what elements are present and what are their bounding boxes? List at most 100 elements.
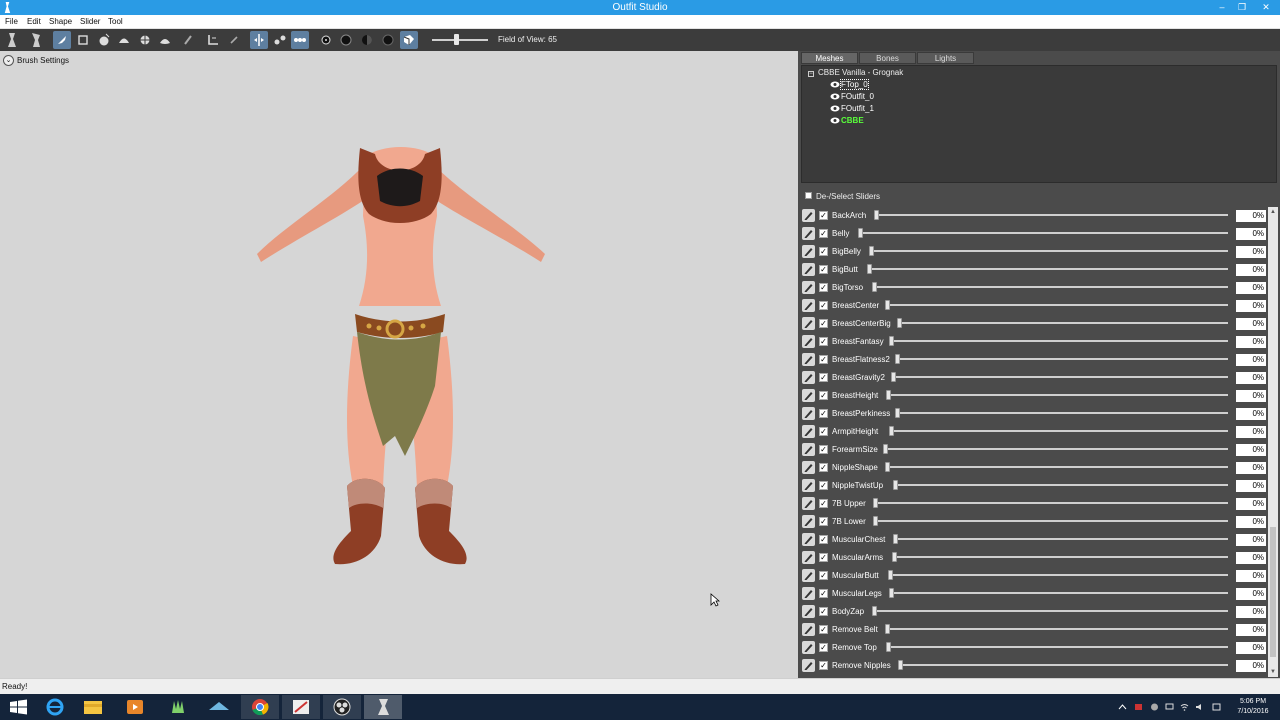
slider-track[interactable] xyxy=(885,304,1228,306)
slider-thumb[interactable] xyxy=(872,282,877,292)
slider-value-field[interactable]: 0% xyxy=(1236,282,1266,294)
slider-checkbox[interactable]: ✓ xyxy=(819,301,828,310)
scroll-down-icon[interactable]: ▼ xyxy=(1268,667,1278,677)
app-claw-icon[interactable] xyxy=(159,695,197,719)
slider-thumb[interactable] xyxy=(885,462,890,472)
edit-slider-icon[interactable] xyxy=(802,389,815,402)
slider-thumb[interactable] xyxy=(885,624,890,634)
mesh-item-cbbe[interactable]: CBBE xyxy=(830,116,864,127)
fov-slider-track[interactable] xyxy=(432,39,488,41)
slider-checkbox[interactable]: ✓ xyxy=(819,625,828,634)
slider-track[interactable] xyxy=(892,556,1228,558)
tray-network-icon[interactable] xyxy=(1180,703,1189,711)
slider-thumb[interactable] xyxy=(873,516,878,526)
app-steam-icon[interactable] xyxy=(200,695,238,719)
weight-brush-icon[interactable] xyxy=(179,31,197,49)
obs-icon[interactable] xyxy=(323,695,361,719)
slider-value-field[interactable]: 0% xyxy=(1236,444,1266,456)
transform-icon[interactable] xyxy=(204,31,222,49)
slider-checkbox[interactable]: ✓ xyxy=(819,571,828,580)
tray-notification-icon[interactable] xyxy=(1212,703,1221,711)
slider-checkbox[interactable]: ✓ xyxy=(819,409,828,418)
connected-only-icon[interactable] xyxy=(271,31,289,49)
tray-monitor-icon[interactable] xyxy=(1165,703,1174,711)
slider-checkbox[interactable]: ✓ xyxy=(819,283,828,292)
pivot-icon[interactable] xyxy=(225,31,243,49)
slider-track[interactable] xyxy=(873,502,1228,504)
eye-icon[interactable] xyxy=(830,105,840,112)
slider-thumb[interactable] xyxy=(885,300,890,310)
slider-checkbox[interactable]: ✓ xyxy=(819,463,828,472)
mesh-item-ftop0[interactable]: FTop_0 xyxy=(830,79,869,91)
edit-slider-icon[interactable] xyxy=(802,353,815,366)
edit-slider-icon[interactable] xyxy=(802,263,815,276)
slider-checkbox[interactable]: ✓ xyxy=(819,391,828,400)
mask-brush-icon[interactable] xyxy=(74,31,92,49)
edit-slider-icon[interactable] xyxy=(802,443,815,456)
color-icon[interactable] xyxy=(400,31,418,49)
maximize-button[interactable]: ❐ xyxy=(1232,0,1252,15)
slider-checkbox[interactable]: ✓ xyxy=(819,499,828,508)
vertex-points-icon[interactable] xyxy=(317,31,335,49)
slider-thumb[interactable] xyxy=(898,660,903,670)
eye-icon[interactable] xyxy=(830,117,840,124)
slider-thumb[interactable] xyxy=(886,642,891,652)
slider-track[interactable] xyxy=(872,286,1228,288)
edit-slider-icon[interactable] xyxy=(802,587,815,600)
slider-thumb[interactable] xyxy=(869,246,874,256)
edit-slider-icon[interactable] xyxy=(802,497,815,510)
select-brush-icon[interactable] xyxy=(53,31,71,49)
slider-value-field[interactable]: 0% xyxy=(1236,300,1266,312)
slider-track[interactable] xyxy=(889,592,1228,594)
tree-root[interactable]: − CBBE Vanilla - Grognak xyxy=(808,68,903,77)
edit-slider-icon[interactable] xyxy=(802,371,815,384)
slider-track[interactable] xyxy=(893,484,1228,486)
tray-app2-icon[interactable] xyxy=(1150,703,1159,711)
slider-thumb[interactable] xyxy=(889,588,894,598)
edit-slider-icon[interactable] xyxy=(802,533,815,546)
slider-track[interactable] xyxy=(895,358,1228,360)
deflate-brush-icon[interactable] xyxy=(115,31,133,49)
texture-icon[interactable] xyxy=(379,31,397,49)
menu-slider[interactable]: Slider xyxy=(80,17,100,26)
slider-value-field[interactable]: 0% xyxy=(1236,318,1266,330)
slider-checkbox[interactable]: ✓ xyxy=(819,319,828,328)
tray-volume-icon[interactable] xyxy=(1195,703,1204,711)
slider-track[interactable] xyxy=(898,664,1228,666)
edit-slider-icon[interactable] xyxy=(802,605,815,618)
x-mirror-icon[interactable] xyxy=(250,31,268,49)
slider-checkbox[interactable]: ✓ xyxy=(819,229,828,238)
slider-track[interactable] xyxy=(858,232,1228,234)
slider-checkbox[interactable]: ✓ xyxy=(819,643,828,652)
slider-value-field[interactable]: 0% xyxy=(1236,462,1266,474)
scroll-up-icon[interactable]: ▲ xyxy=(1268,207,1278,217)
slider-checkbox[interactable]: ✓ xyxy=(819,211,828,220)
slider-track[interactable] xyxy=(893,538,1228,540)
slider-value-field[interactable]: 0% xyxy=(1236,354,1266,366)
3d-viewport[interactable]: ⌄ Brush Settings xyxy=(0,51,798,678)
scroll-thumb[interactable] xyxy=(1270,527,1276,657)
edit-slider-icon[interactable] xyxy=(802,623,815,636)
slider-value-field[interactable]: 0% xyxy=(1236,246,1266,258)
edit-slider-icon[interactable] xyxy=(802,245,815,258)
slider-value-field[interactable]: 0% xyxy=(1236,408,1266,420)
slider-value-field[interactable]: 0% xyxy=(1236,390,1266,402)
slider-value-field[interactable]: 0% xyxy=(1236,426,1266,438)
menu-file[interactable]: File xyxy=(5,17,18,26)
edit-slider-icon[interactable] xyxy=(802,569,815,582)
slider-thumb[interactable] xyxy=(892,552,897,562)
slider-thumb[interactable] xyxy=(893,534,898,544)
slider-track[interactable] xyxy=(885,466,1228,468)
slider-track[interactable] xyxy=(889,430,1228,432)
edit-slider-icon[interactable] xyxy=(802,479,815,492)
internet-explorer-icon[interactable] xyxy=(36,695,74,719)
slider-scrollbar[interactable]: ▲ ▼ xyxy=(1268,207,1278,677)
slider-value-field[interactable]: 0% xyxy=(1236,480,1266,492)
slider-checkbox[interactable]: ✓ xyxy=(819,553,828,562)
tab-lights[interactable]: Lights xyxy=(917,52,974,64)
deselect-sliders[interactable]: De-/Select Sliders xyxy=(800,190,1278,203)
slider-track[interactable] xyxy=(895,412,1228,414)
tray-app-icon[interactable] xyxy=(1134,703,1143,711)
slider-value-field[interactable]: 0% xyxy=(1236,372,1266,384)
edit-slider-icon[interactable] xyxy=(802,335,815,348)
